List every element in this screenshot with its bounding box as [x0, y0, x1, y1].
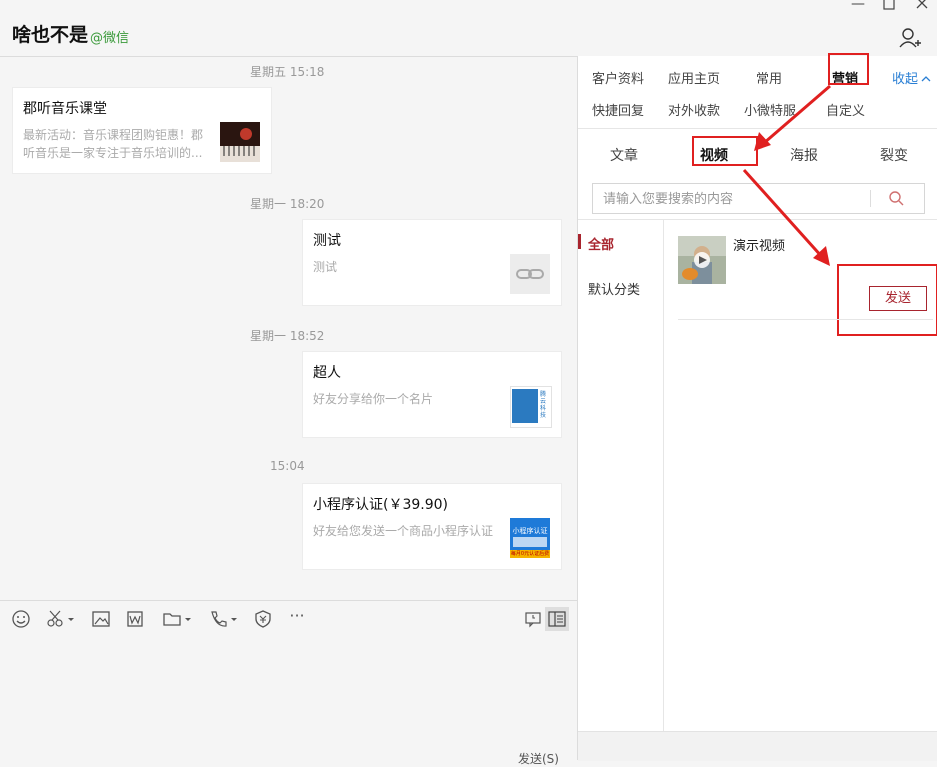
annotation-arrows [742, 84, 831, 266]
